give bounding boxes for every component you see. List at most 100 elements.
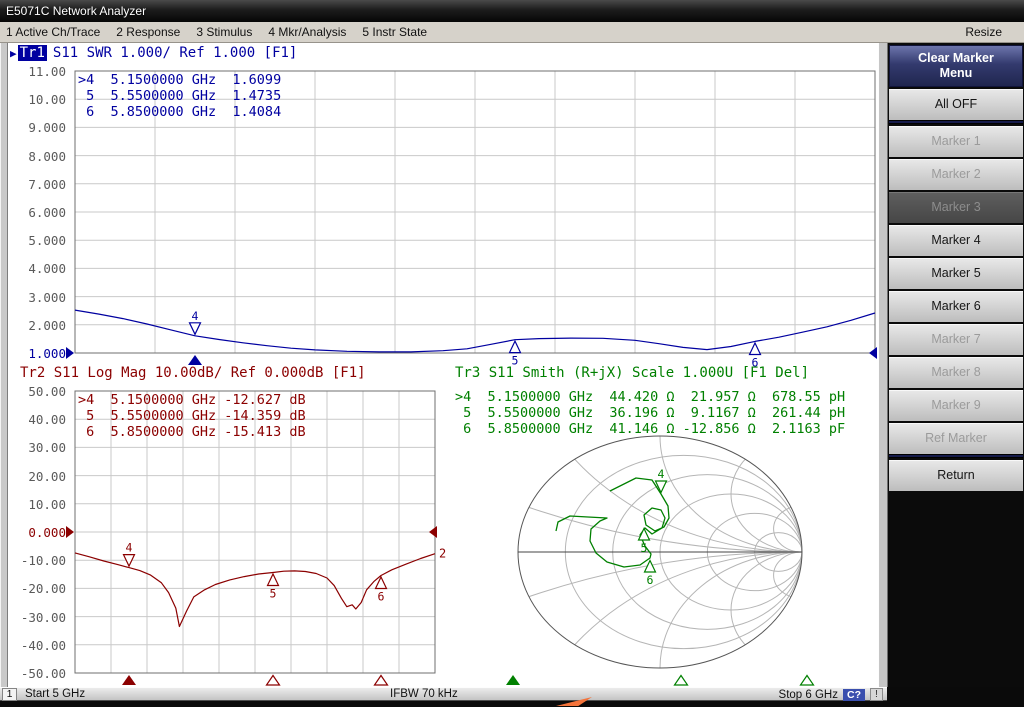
y-axis-label: 20.00 [8, 469, 66, 484]
y-axis-label: 0.000 [8, 525, 66, 540]
svg-text:6: 6 [378, 589, 385, 603]
ifbw-readout: IFBW 70 kHz [390, 688, 458, 701]
marker-row: >4 5.1500000 GHz 1.6099 [78, 72, 281, 88]
y-axis-label: 11.00 [8, 64, 66, 79]
status-bar: 1 Start 5 GHz IFBW 70 kHz Stop 6 GHz C? … [0, 687, 887, 701]
y-axis-label: 40.00 [8, 412, 66, 427]
svg-text:5: 5 [270, 586, 277, 600]
stimulus-marker-active [122, 675, 136, 685]
softkey-menu-title: Clear Marker Menu [889, 45, 1023, 87]
stimulus-marker [375, 676, 388, 686]
y-axis-label: -30.00 [8, 610, 66, 625]
window-title: E5071C Network Analyzer [6, 4, 146, 18]
tr1-name-badge[interactable]: Tr1 [18, 45, 47, 61]
tr1-format-readout: S11 SWR 1.000/ Ref 1.000 [F1] [53, 45, 297, 61]
y-axis-label: -20.00 [8, 581, 66, 596]
tr1-ref-arrow-left [66, 347, 74, 359]
correction-status-badge: C? [843, 689, 865, 701]
softkey-menu-title-line1: Clear Marker [890, 51, 1022, 66]
marker-row: 5 5.5500000 GHz -14.359 dB [78, 408, 306, 424]
menu-resize[interactable]: Resize [965, 25, 1002, 39]
softkey-menu-title-line2: Menu [890, 66, 1022, 81]
stimulus-marker [675, 676, 688, 686]
instrument-display: 45614562456 ▶Tr1S11 SWR 1.000/ Ref 1.000… [8, 43, 878, 687]
softkey-marker-6[interactable]: Marker 6 [889, 289, 1023, 322]
softkey-return[interactable]: Return [889, 458, 1023, 491]
softkey-sidebar: Clear Marker Menu All OFFMarker 1Marker … [888, 43, 1024, 687]
marker-row: 5 5.5500000 GHz 1.4735 [78, 88, 281, 104]
trace-marker-5[interactable]: 5 [510, 341, 521, 368]
y-axis-label: -10.00 [8, 553, 66, 568]
y-axis-label: 4.000 [8, 261, 66, 276]
marker-row: 6 5.8500000 GHz 1.4084 [78, 104, 281, 120]
marker-row: 5 5.5500000 GHz 36.196 Ω 9.1167 Ω 261.44… [455, 405, 845, 421]
bottom-bar: 1 Start 5 GHz IFBW 70 kHz Stop 6 GHz C? … [0, 687, 1024, 707]
y-axis-label: 30.00 [8, 440, 66, 455]
menu-item-1-active-ch-trace[interactable]: 1 Active Ch/Trace [6, 25, 100, 39]
main-area: 45614562456 ▶Tr1S11 SWR 1.000/ Ref 1.000… [0, 43, 1024, 687]
softkey-marker-7[interactable]: Marker 7 [889, 322, 1023, 355]
menu-item-2-response[interactable]: 2 Response [116, 25, 180, 39]
marker-row: >4 5.1500000 GHz -12.627 dB [78, 392, 306, 408]
softkey-marker-5[interactable]: Marker 5 [889, 256, 1023, 289]
y-axis-label: -40.00 [8, 638, 66, 653]
y-axis-label: 6.000 [8, 205, 66, 220]
svg-text:4: 4 [192, 309, 199, 323]
start-frequency-readout: Start 5 GHz [25, 688, 85, 700]
channel-indicator: 1 [2, 688, 17, 701]
y-axis-label: 7.000 [8, 177, 66, 192]
stop-frequency-readout: Stop 6 GHz [779, 689, 838, 701]
title-bar: E5071C Network Analyzer [0, 0, 1024, 22]
tr2-marker-table: >4 5.1500000 GHz -12.627 dB 5 5.5500000 … [78, 392, 306, 440]
tr1-ref-arrow-right [869, 347, 877, 359]
menu-item-5-instr-state[interactable]: 5 Instr State [362, 25, 427, 39]
softkey-buttons: All OFFMarker 1Marker 2Marker 3Marker 4M… [888, 87, 1024, 491]
menu-item-3-stimulus[interactable]: 3 Stimulus [196, 25, 252, 39]
right-splitter[interactable] [878, 43, 888, 687]
tr1-header: ▶Tr1 S11 SWR 1.000/ Ref 1.000 [F1] [10, 45, 297, 61]
marker-row: >4 5.1500000 GHz 44.420 Ω 21.957 Ω 678.5… [455, 389, 845, 405]
warning-indicator: ! [870, 688, 883, 701]
marker-row: 6 5.8500000 GHz -15.413 dB [78, 424, 306, 440]
y-axis-label: 3.000 [8, 290, 66, 305]
stimulus-marker-active [188, 355, 202, 365]
svg-text:2: 2 [439, 547, 446, 561]
trace-marker-4[interactable]: 4 [124, 541, 135, 567]
trace-marker-5[interactable]: 5 [268, 574, 279, 601]
svg-text:6: 6 [647, 573, 654, 587]
y-axis-label: 10.00 [8, 497, 66, 512]
tr3-marker-table: >4 5.1500000 GHz 44.420 Ω 21.957 Ω 678.5… [455, 389, 845, 437]
marker-row: 6 5.8500000 GHz 41.146 Ω -12.856 Ω 2.116… [455, 421, 845, 437]
stimulus-marker [267, 676, 280, 686]
y-axis-label: 9.000 [8, 120, 66, 135]
tr2-header: Tr2 S11 Log Mag 10.00dB/ Ref 0.000dB [F1… [20, 365, 366, 381]
left-splitter[interactable] [0, 43, 8, 687]
y-axis-label: -50.00 [8, 666, 66, 681]
softkey-marker-3[interactable]: Marker 3 [889, 190, 1023, 223]
y-axis-label: 50.00 [8, 384, 66, 399]
softkey-ref-marker[interactable]: Ref Marker [889, 421, 1023, 454]
svg-text:4: 4 [658, 467, 665, 481]
stimulus-marker-active [506, 675, 520, 685]
menu-item-4-mkr-analysis[interactable]: 4 Mkr/Analysis [268, 25, 346, 39]
softkey-marker-8[interactable]: Marker 8 [889, 355, 1023, 388]
tr2-ref-arrow-right [429, 526, 437, 538]
softkey-all-off[interactable]: All OFF [889, 87, 1023, 120]
menu-bar: 1 Active Ch/Trace 2 Response 3 Stimulus 4 M… [0, 22, 1024, 43]
y-axis-label: 10.00 [8, 92, 66, 107]
trace-marker-5[interactable]: 5 [639, 529, 650, 556]
menu-items: 1 Active Ch/Trace 2 Response 3 Stimulus 4 M… [6, 25, 443, 39]
softkey-marker-2[interactable]: Marker 2 [889, 157, 1023, 190]
softkey-marker-9[interactable]: Marker 9 [889, 388, 1023, 421]
trace-marker-4[interactable]: 4 [190, 309, 201, 335]
softkey-marker-4[interactable]: Marker 4 [889, 223, 1023, 256]
tr1-marker-table: >4 5.1500000 GHz 1.6099 5 5.5500000 GHz … [78, 72, 281, 120]
tr2-ref-arrow-left [66, 526, 74, 538]
tr3-header: Tr3 S11 Smith (R+jX) Scale 1.000U [F1 De… [455, 365, 809, 381]
active-trace-arrow-icon: ▶ [10, 47, 17, 60]
stimulus-marker [801, 676, 814, 686]
softkey-marker-1[interactable]: Marker 1 [889, 124, 1023, 157]
y-axis-label: 2.000 [8, 318, 66, 333]
svg-text:4: 4 [126, 541, 133, 555]
trace-marker-6[interactable]: 6 [376, 577, 387, 604]
